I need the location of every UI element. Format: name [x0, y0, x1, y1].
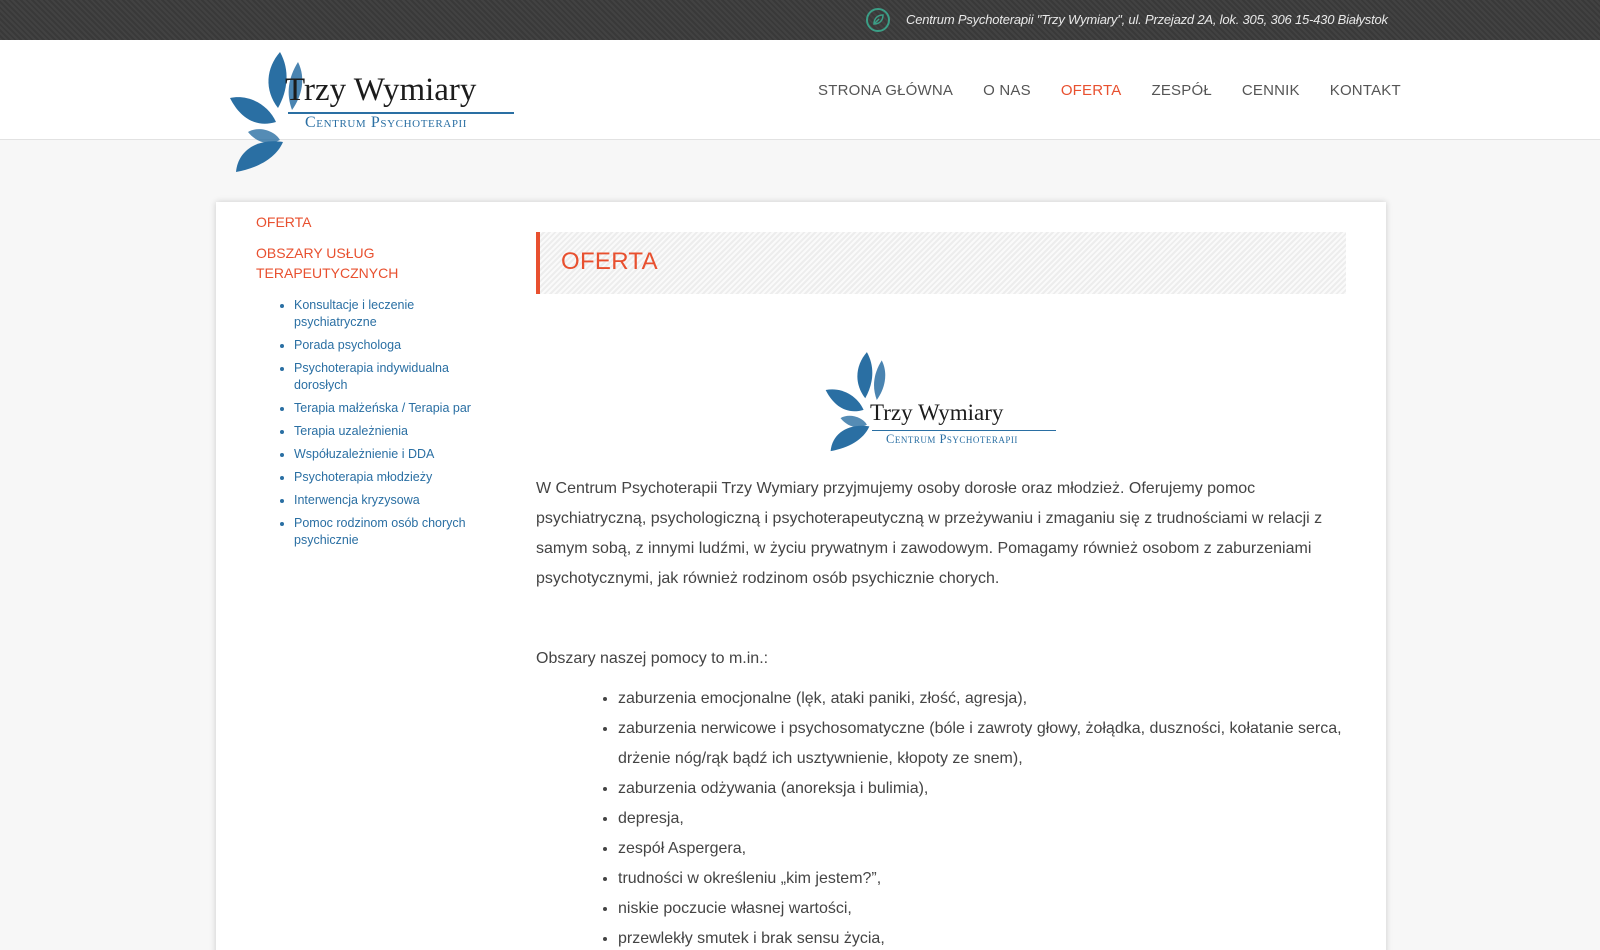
- sidebar-item-terapia-par[interactable]: Terapia małżeńska / Terapia par: [294, 400, 476, 417]
- sidebar-item-porada[interactable]: Porada psychologa: [294, 337, 476, 354]
- nav-cennik[interactable]: CENNIK: [1242, 82, 1300, 99]
- list-item: zaburzenia odżywania (anoreksja i bulimi…: [618, 774, 1346, 804]
- areas-list: zaburzenia emocjonalne (lęk, ataki panik…: [536, 684, 1346, 950]
- page-title-bar: OFERTA: [536, 232, 1346, 294]
- sidebar-item-konsultacje[interactable]: Konsultacje i leczenie psychiatryczne: [294, 297, 476, 331]
- content-logo-subtitle: Centrum Psychoterapii: [886, 432, 1018, 446]
- top-info-bar: Centrum Psychoterapii "Trzy Wymiary", ul…: [0, 0, 1600, 40]
- list-item: trudności w określeniu „kim jestem?”,: [618, 864, 1346, 894]
- sidebar-item-psychoterapia-indywidualna[interactable]: Psychoterapia indywidualna dorosłych: [294, 360, 476, 394]
- sidebar-item-pomoc-rodzinom[interactable]: Pomoc rodzinom osób chorych psychicznie: [294, 515, 476, 549]
- content-panel: OFERTA OBSZARY USŁUG TERAPEUTYCZNYCH Kon…: [216, 202, 1386, 950]
- sidebar-list: Konsultacje i leczenie psychiatryczne Po…: [256, 297, 476, 549]
- content-logo-brand: Trzy Wymiary: [870, 400, 1004, 425]
- content-logo-image: Trzy Wymiary Centrum Psychoterapii: [824, 350, 1064, 455]
- logo-subtitle-text: Centrum Psychoterapii: [305, 114, 468, 131]
- site-logo[interactable]: Trzy Wymiary Centrum Psychoterapii: [228, 50, 518, 175]
- list-item: depresja,: [618, 804, 1346, 834]
- address-text: Centrum Psychoterapii "Trzy Wymiary", ul…: [906, 12, 1388, 27]
- logo-brand-text: Trzy Wymiary: [285, 72, 477, 108]
- list-item: niskie poczucie własnej wartości,: [618, 894, 1346, 924]
- sidebar-item-wspoluzaleznienie[interactable]: Współuzależnienie i DDA: [294, 446, 476, 463]
- sidebar-item-mlodziez[interactable]: Psychoterapia młodzieży: [294, 469, 476, 486]
- nav-kontakt[interactable]: KONTAKT: [1330, 82, 1401, 99]
- list-item: zaburzenia nerwicowe i psychosomatyczne …: [618, 714, 1346, 774]
- leaf-icon: [866, 8, 890, 32]
- content-logo: Trzy Wymiary Centrum Psychoterapii: [536, 294, 1346, 474]
- sidebar-item-interwencja[interactable]: Interwencja kryzysowa: [294, 492, 476, 509]
- content-logo-rule: [872, 430, 1056, 431]
- page-title: OFERTA: [561, 248, 658, 275]
- nav-oferta[interactable]: OFERTA: [1061, 82, 1122, 99]
- list-item: zespół Aspergera,: [618, 834, 1346, 864]
- sidebar: OFERTA OBSZARY USŁUG TERAPEUTYCZNYCH Kon…: [256, 212, 476, 555]
- sidebar-title[interactable]: OFERTA: [256, 212, 476, 232]
- main-content: OFERTA Trzy Wymiary Centrum Psychoterapi…: [536, 232, 1346, 950]
- list-item: zaburzenia emocjonalne (lęk, ataki panik…: [618, 684, 1346, 714]
- areas-heading: Obszary naszej pomocy to m.in.:: [536, 650, 769, 667]
- sidebar-item-uzaleznienia[interactable]: Terapia uzależnienia: [294, 423, 476, 440]
- main-nav: STRONA GŁÓWNA O NAS OFERTA ZESPÓŁ CENNIK…: [818, 40, 1431, 140]
- list-item: przewlekły smutek i brak sensu życia,: [618, 924, 1346, 950]
- nav-o-nas[interactable]: O NAS: [983, 82, 1031, 99]
- nav-strona-glowna[interactable]: STRONA GŁÓWNA: [818, 82, 953, 99]
- sidebar-subtitle[interactable]: OBSZARY USŁUG TERAPEUTYCZNYCH: [256, 243, 476, 283]
- intro-paragraph: W Centrum Psychoterapii Trzy Wymiary prz…: [536, 480, 1323, 587]
- nav-zespol[interactable]: ZESPÓŁ: [1151, 82, 1211, 99]
